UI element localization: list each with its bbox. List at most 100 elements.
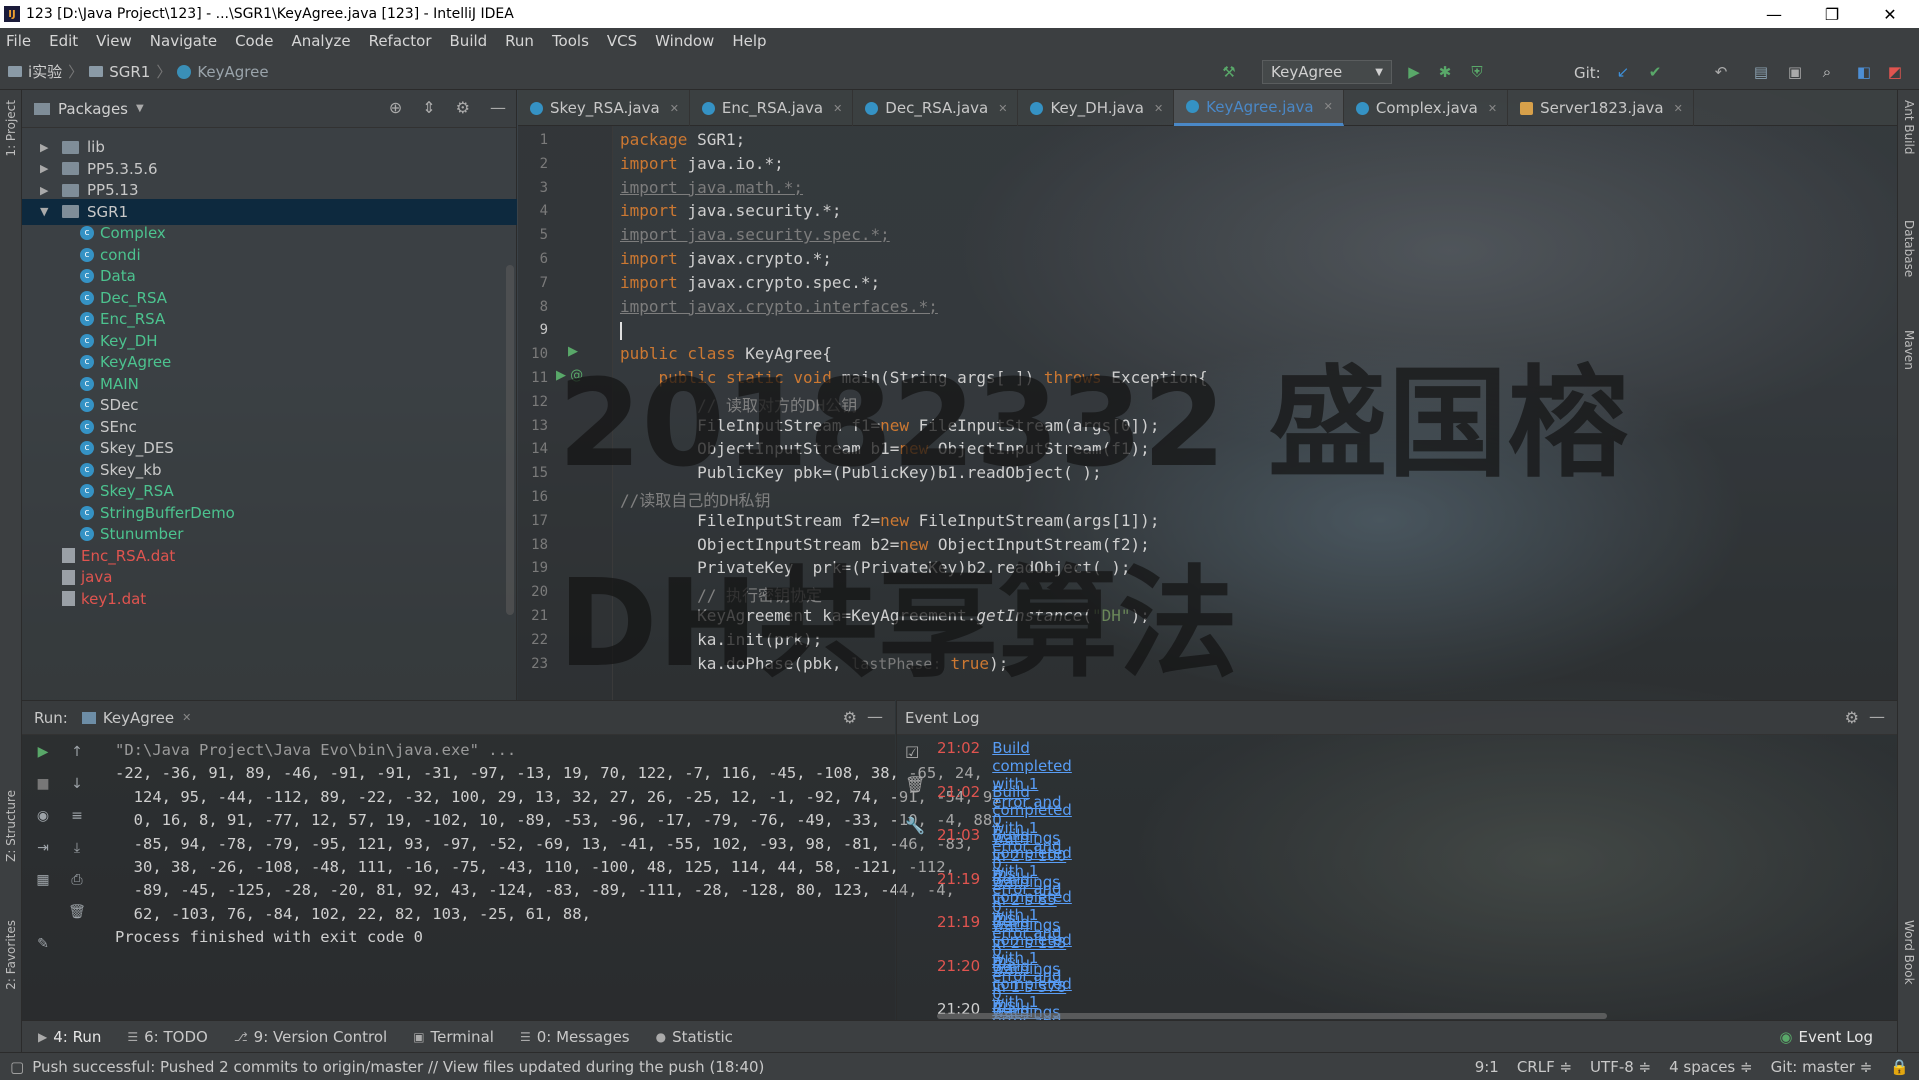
project-tool-tab[interactable]: 1: Project — [4, 100, 18, 157]
close-tab-icon[interactable]: ✕ — [1154, 102, 1163, 115]
tree-item-key1-dat[interactable]: key1.dat — [22, 586, 517, 612]
code-line[interactable]: import java.security.spec.*; — [620, 225, 890, 244]
search-icon[interactable]: ⌕ — [1818, 63, 1836, 81]
menu-view[interactable]: View — [96, 32, 132, 50]
gear-icon[interactable]: ⚙ — [843, 708, 857, 727]
event-log-button[interactable]: ◉ Event Log — [1779, 1028, 1873, 1046]
rerun-icon[interactable]: ▶ — [34, 743, 52, 761]
breadcrumb-package[interactable]: SGR1 — [109, 63, 150, 81]
code-line[interactable]: import javax.crypto.spec.*; — [620, 273, 880, 292]
run-configuration-select[interactable]: KeyAgree ▼ — [1262, 60, 1392, 84]
soft-wrap-icon[interactable]: ≡ — [68, 807, 86, 825]
scroll-down-icon[interactable]: ↓ — [68, 775, 86, 793]
close-tab-icon[interactable]: ✕ — [833, 102, 842, 115]
close-tab-icon[interactable]: ✕ — [1488, 102, 1497, 115]
code-editor[interactable]: 1 2 3 4 5 6 7 8 9 10 11 12 13 14 15 16 17 18 19 20 21 22 23 ▶ ▶ … — [518, 126, 1897, 700]
tool-tab-4-run[interactable]: ▶ 4: Run — [38, 1028, 101, 1046]
camera-icon[interactable]: ◉ — [34, 807, 52, 825]
git-branch[interactable]: Git: master ≑ — [1771, 1058, 1873, 1076]
menu-edit[interactable]: Edit — [49, 32, 78, 50]
minimize-button[interactable]: — — [1745, 0, 1803, 28]
menu-refactor[interactable]: Refactor — [369, 32, 432, 50]
menu-analyze[interactable]: Analyze — [291, 32, 350, 50]
tab-keyagree-java[interactable]: KeyAgree.java ✕ — [1174, 90, 1344, 126]
stop-icon[interactable]: ■ — [34, 775, 52, 793]
caret-position[interactable]: 9:1 — [1475, 1058, 1499, 1076]
menu-build[interactable]: Build — [450, 32, 488, 50]
scroll-to-end-icon[interactable]: ⤓ — [68, 839, 86, 857]
run-icon[interactable]: ▶ — [1405, 63, 1423, 81]
project-scrollbar[interactable] — [506, 265, 514, 615]
tool-tab-6-todo[interactable]: ☰ 6: TODO — [127, 1028, 207, 1046]
mark-read-icon[interactable]: ☑ — [905, 743, 919, 762]
tab-enc-rsa-java[interactable]: Enc_RSA.java ✕ — [690, 90, 854, 126]
tab-key-dh-java[interactable]: Key_DH.java ✕ — [1018, 90, 1175, 126]
code-line[interactable]: import javax.crypto.interfaces.*; — [620, 297, 938, 316]
project-view-selector[interactable]: Packages — [58, 100, 128, 118]
menu-file[interactable]: File — [6, 32, 31, 50]
scroll-up-icon[interactable]: ↑ — [68, 743, 86, 761]
window-layout-icon[interactable]: ▣ — [1786, 63, 1804, 81]
restore-button[interactable]: ❐ — [1803, 0, 1861, 28]
menu-vcs[interactable]: VCS — [607, 32, 637, 50]
plugin-icon[interactable]: ◩ — [1886, 63, 1904, 81]
close-button[interactable]: ✕ — [1861, 0, 1919, 28]
close-icon[interactable]: ✕ — [182, 711, 191, 724]
collapse-all-icon[interactable]: ⇕ — [422, 98, 435, 117]
status-toggle-icon[interactable]: ▢ — [10, 1058, 24, 1076]
menu-navigate[interactable]: Navigate — [150, 32, 217, 50]
run-tab-keyagree[interactable]: KeyAgree ✕ — [81, 709, 191, 727]
code-line[interactable]: import java.io.*; — [620, 154, 784, 173]
close-tab-icon[interactable]: ✕ — [670, 102, 679, 115]
print-icon[interactable]: ⎙ — [68, 871, 86, 889]
undo-icon[interactable]: ↶ — [1712, 63, 1730, 81]
code-line[interactable]: package SGR1; — [620, 130, 745, 149]
tool-tab-0-messages[interactable]: ☰ 0: Messages — [520, 1028, 630, 1046]
close-tab-icon[interactable]: ✕ — [1324, 100, 1333, 113]
pin-icon[interactable]: ✎ — [34, 935, 52, 953]
word-book-tool-tab[interactable]: Word Book — [1902, 920, 1916, 985]
menu-help[interactable]: Help — [732, 32, 766, 50]
tool-tab-9-version-control[interactable]: ⎇ 9: Version Control — [234, 1028, 387, 1046]
close-tab-icon[interactable]: ✕ — [1674, 102, 1683, 115]
hide-panel-icon[interactable]: — — [867, 707, 883, 726]
tool-tab-statistic[interactable]: ● Statistic — [656, 1028, 733, 1046]
trash-icon[interactable]: 🗑 — [905, 775, 925, 794]
breadcrumb-project[interactable]: i实验 — [28, 61, 62, 82]
git-commit-icon[interactable]: ✔ — [1646, 63, 1664, 81]
menu-window[interactable]: Window — [655, 32, 714, 50]
maven-tool-tab[interactable]: Maven — [1902, 330, 1916, 370]
file-encoding[interactable]: UTF-8 ≑ — [1590, 1058, 1651, 1076]
git-update-icon[interactable]: ↙ — [1614, 63, 1632, 81]
menu-code[interactable]: Code — [235, 32, 273, 50]
console-output[interactable]: "D:\Java Project\Java Evo\bin\java.exe" … — [115, 739, 1002, 950]
locate-file-icon[interactable]: ⊕ — [389, 98, 402, 117]
trash-icon[interactable]: 🗑 — [68, 903, 86, 921]
tab-dec-rsa-java[interactable]: Dec_RSA.java ✕ — [853, 90, 1019, 126]
collapsed-arrow-icon[interactable]: ▶ — [40, 162, 52, 175]
ant-build-tool-tab[interactable]: Ant Build — [1902, 100, 1916, 154]
tab-complex-java[interactable]: Complex.java ✕ — [1344, 90, 1509, 126]
chevron-down-icon[interactable]: ▼ — [136, 103, 144, 114]
hide-panel-icon[interactable]: — — [490, 98, 506, 117]
translate-icon[interactable]: ◧ — [1855, 63, 1873, 81]
restore-layout-icon[interactable]: ⇥ — [34, 839, 52, 857]
lock-icon[interactable]: 🔒 — [1890, 1058, 1909, 1076]
hide-panel-icon[interactable]: — — [1869, 707, 1885, 726]
expanded-arrow-icon[interactable]: ▼ — [40, 205, 52, 218]
project-structure-icon[interactable]: ▤ — [1752, 63, 1770, 81]
tool-tab-terminal[interactable]: ▣ Terminal — [413, 1028, 494, 1046]
structure-tool-tab[interactable]: Z: Structure — [4, 790, 18, 862]
tab-server1823-java[interactable]: Server1823.java ✕ — [1508, 90, 1694, 126]
menu-tools[interactable]: Tools — [552, 32, 589, 50]
code-line[interactable]: import java.security.*; — [620, 201, 842, 220]
code-line[interactable]: import java.math.*; — [620, 178, 803, 197]
indent-setting[interactable]: 4 spaces ≑ — [1669, 1058, 1752, 1076]
build-hammer-icon[interactable]: ⚒ — [1220, 63, 1238, 81]
tab-skey-rsa-java[interactable]: Skey_RSA.java ✕ — [518, 90, 690, 126]
gear-icon[interactable]: ⚙ — [1845, 708, 1859, 727]
gear-icon[interactable]: ⚙ — [456, 98, 470, 117]
event-log-scrollbar[interactable] — [937, 1013, 1607, 1019]
status-message[interactable]: Push successful: Pushed 2 commits to ori… — [32, 1058, 764, 1076]
close-tab-icon[interactable]: ✕ — [998, 102, 1007, 115]
